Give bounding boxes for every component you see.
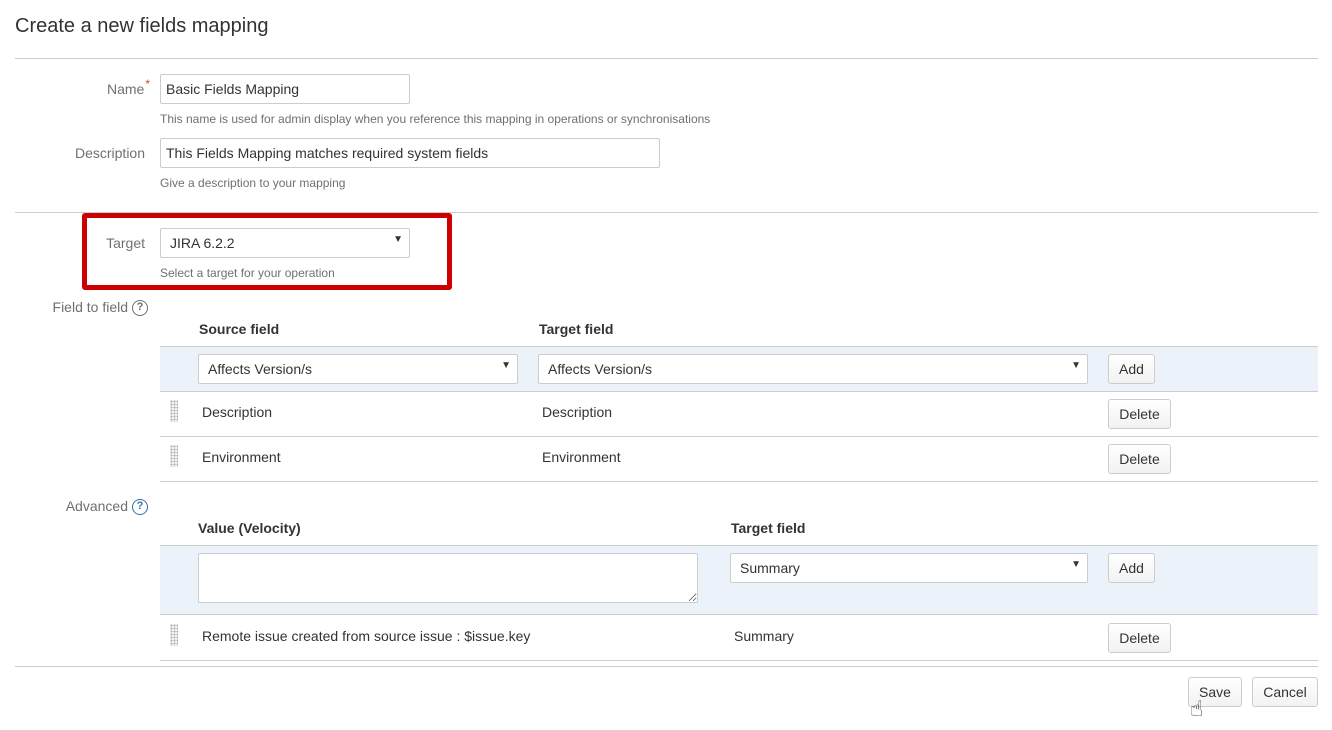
caret-down-icon: ▼ [393,234,403,245]
caret-down-icon: ▼ [501,360,511,371]
value-velocity-column-header: Value (Velocity) [198,520,301,536]
target-select[interactable]: JIRA 6.2.2 ▼ [160,228,410,258]
description-input[interactable] [160,138,660,168]
row-divider [160,660,1318,661]
advanced-label: Advanced? [20,498,148,516]
row-divider [160,481,1318,482]
description-label: Description [74,145,145,161]
drag-handle-icon[interactable] [170,624,178,646]
caret-down-icon: ▼ [1071,360,1081,371]
delete-advanced-row-button[interactable]: Delete [1108,623,1171,653]
target-field-select-value: Affects Version/s [548,361,653,377]
row-target-field: Environment [542,449,621,465]
name-help-text: This name is used for admin display when… [160,112,711,126]
field-to-field-label-text: Field to field [52,299,128,315]
cancel-button[interactable]: Cancel [1252,677,1318,707]
row-divider [160,436,1318,437]
caret-down-icon: ▼ [1071,559,1081,570]
add-field-mapping-button[interactable]: Add [1108,354,1155,384]
hand-pointer-icon: ☝ [1190,696,1204,721]
required-mark: * [145,77,150,91]
drag-handle-icon[interactable] [170,445,178,467]
drag-handle-icon[interactable] [170,400,178,422]
target-select-value: JIRA 6.2.2 [170,235,235,251]
velocity-value-textarea[interactable] [198,553,698,603]
name-input[interactable] [160,74,410,104]
advanced-label-text: Advanced [65,498,128,514]
add-advanced-mapping-button[interactable]: Add [1108,553,1155,583]
source-field-select[interactable]: Affects Version/s ▼ [198,354,518,384]
page-title: Create a new fields mapping [15,15,269,37]
field-to-field-label: Field to field? [20,299,148,317]
target-field-select[interactable]: Affects Version/s ▼ [538,354,1088,384]
question-circle-icon[interactable]: ? [132,499,148,516]
target-field-column-header: Target field [539,321,614,337]
target-label: Target [106,235,145,251]
delete-row-button[interactable]: Delete [1108,399,1171,429]
question-circle-icon[interactable]: ? [132,300,148,317]
target-help-text: Select a target for your operation [160,266,335,280]
advanced-target-field-select[interactable]: Summary ▼ [730,553,1088,583]
footer-divider [15,666,1318,667]
advanced-row-value: Remote issue created from source issue :… [202,628,531,644]
row-target-field: Description [542,404,613,420]
source-field-column-header: Source field [199,321,280,337]
name-label: Name* [40,77,150,97]
row-source-field: Description [202,404,273,420]
source-field-select-value: Affects Version/s [208,361,313,377]
description-help-text: Give a description to your mapping [160,176,346,190]
advanced-row-target-field: Summary [734,628,794,644]
name-label-text: Name [106,81,145,97]
advanced-target-field-column-header: Target field [731,520,806,536]
title-divider [15,58,1318,59]
delete-row-button[interactable]: Delete [1108,444,1171,474]
advanced-target-field-select-value: Summary [740,560,800,576]
row-source-field: Environment [202,449,281,465]
